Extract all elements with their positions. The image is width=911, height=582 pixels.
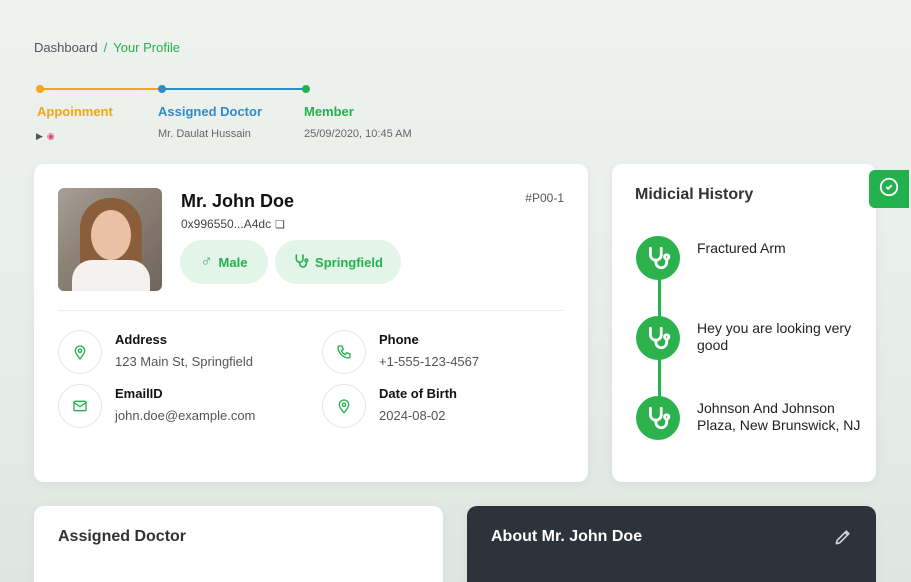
city-badge[interactable]: Springfield	[275, 240, 401, 284]
accessibility-widget-button[interactable]	[869, 170, 909, 208]
step-subtitle-assigned-doctor: Mr. Daulat Hussain	[158, 128, 251, 140]
medical-history-title: Midicial History	[635, 186, 754, 203]
edit-about-button[interactable]	[832, 528, 854, 550]
wallet-address: 0x996550...A4dc ❏	[181, 217, 285, 231]
city-label: Springfield	[315, 254, 383, 270]
male-icon: ♂	[200, 253, 213, 270]
step-title-appointment[interactable]: Appoinment	[37, 104, 113, 119]
history-item-text: Hey you are looking very good	[697, 320, 852, 353]
step-title-member[interactable]: Member	[304, 104, 354, 119]
breadcrumb-dashboard-link[interactable]: Dashboard	[34, 40, 98, 55]
phone-label: Phone	[379, 332, 419, 347]
divider	[58, 310, 564, 311]
step-dot-appointment	[36, 85, 44, 93]
step-subtitle-member: 25/09/2020, 10:45 AM	[304, 128, 412, 140]
dot-icon: ◉	[46, 131, 55, 141]
breadcrumb: Dashboard / Your Profile	[34, 40, 180, 55]
stethoscope-icon	[636, 316, 680, 360]
step-connector-2	[162, 88, 306, 90]
stethoscope-icon	[636, 396, 680, 440]
patient-name: Mr. John Doe	[181, 191, 295, 211]
wallet-address-text: 0x996550...A4dc	[181, 217, 272, 231]
shield-icon	[878, 176, 900, 203]
about-title: About Mr. John Doe	[491, 528, 643, 545]
profile-photo	[58, 188, 162, 291]
info-email: EmailID john.doe@example.com	[58, 384, 308, 430]
phone-icon	[322, 330, 366, 374]
assigned-doctor-card: Assigned Doctor	[34, 506, 443, 582]
pencil-icon	[833, 527, 853, 552]
profile-card: Mr. John Doe 0x996550...A4dc ❏ #P00-1 ♂ M…	[34, 164, 588, 482]
breadcrumb-separator: /	[103, 40, 108, 55]
gender-badge[interactable]: ♂ Male	[180, 240, 268, 284]
phone-value: +1-555-123-4567	[379, 354, 480, 369]
dob-label: Date of Birth	[379, 386, 457, 401]
appointment-status-icons: ▶ ◉	[36, 131, 55, 142]
location-pin-icon	[58, 330, 102, 374]
info-phone: Phone +1-555-123-4567	[322, 330, 572, 376]
stethoscope-icon	[636, 236, 680, 280]
location-pin-icon	[322, 384, 366, 428]
assigned-doctor-title: Assigned Doctor	[58, 528, 187, 545]
step-dot-member	[302, 85, 310, 93]
email-value: john.doe@example.com	[115, 408, 256, 423]
medical-history-card: Midicial History Fractured Arm Hey you a…	[612, 164, 876, 482]
address-value: 123 Main St, Springfield	[115, 354, 254, 369]
step-title-assigned-doctor[interactable]: Assigned Doctor	[158, 104, 262, 119]
progress-stepper: Appoinment Assigned Doctor Member ▶ ◉ Mr.…	[36, 82, 456, 152]
info-dob: Date of Birth 2024-08-02	[322, 384, 572, 430]
step-connector-1	[40, 88, 162, 90]
copy-icon[interactable]: ❏	[275, 218, 285, 231]
mail-icon	[58, 384, 102, 428]
stethoscope-icon	[293, 253, 309, 272]
history-item-text: Fractured Arm	[697, 240, 786, 256]
info-address: Address 123 Main St, Springfield	[58, 330, 308, 376]
breadcrumb-current: Your Profile	[113, 40, 180, 55]
about-card: About Mr. John Doe	[467, 506, 876, 582]
email-label: EmailID	[115, 386, 163, 401]
patient-id: #P00-1	[525, 191, 564, 205]
gender-label: Male	[218, 254, 248, 270]
history-item-text: Johnson And Johnson Plaza, New Brunswick…	[697, 400, 861, 433]
cursor-icon: ▶	[36, 131, 43, 141]
dob-value: 2024-08-02	[379, 408, 446, 423]
address-label: Address	[115, 332, 168, 347]
step-dot-assigned-doctor	[158, 85, 166, 93]
